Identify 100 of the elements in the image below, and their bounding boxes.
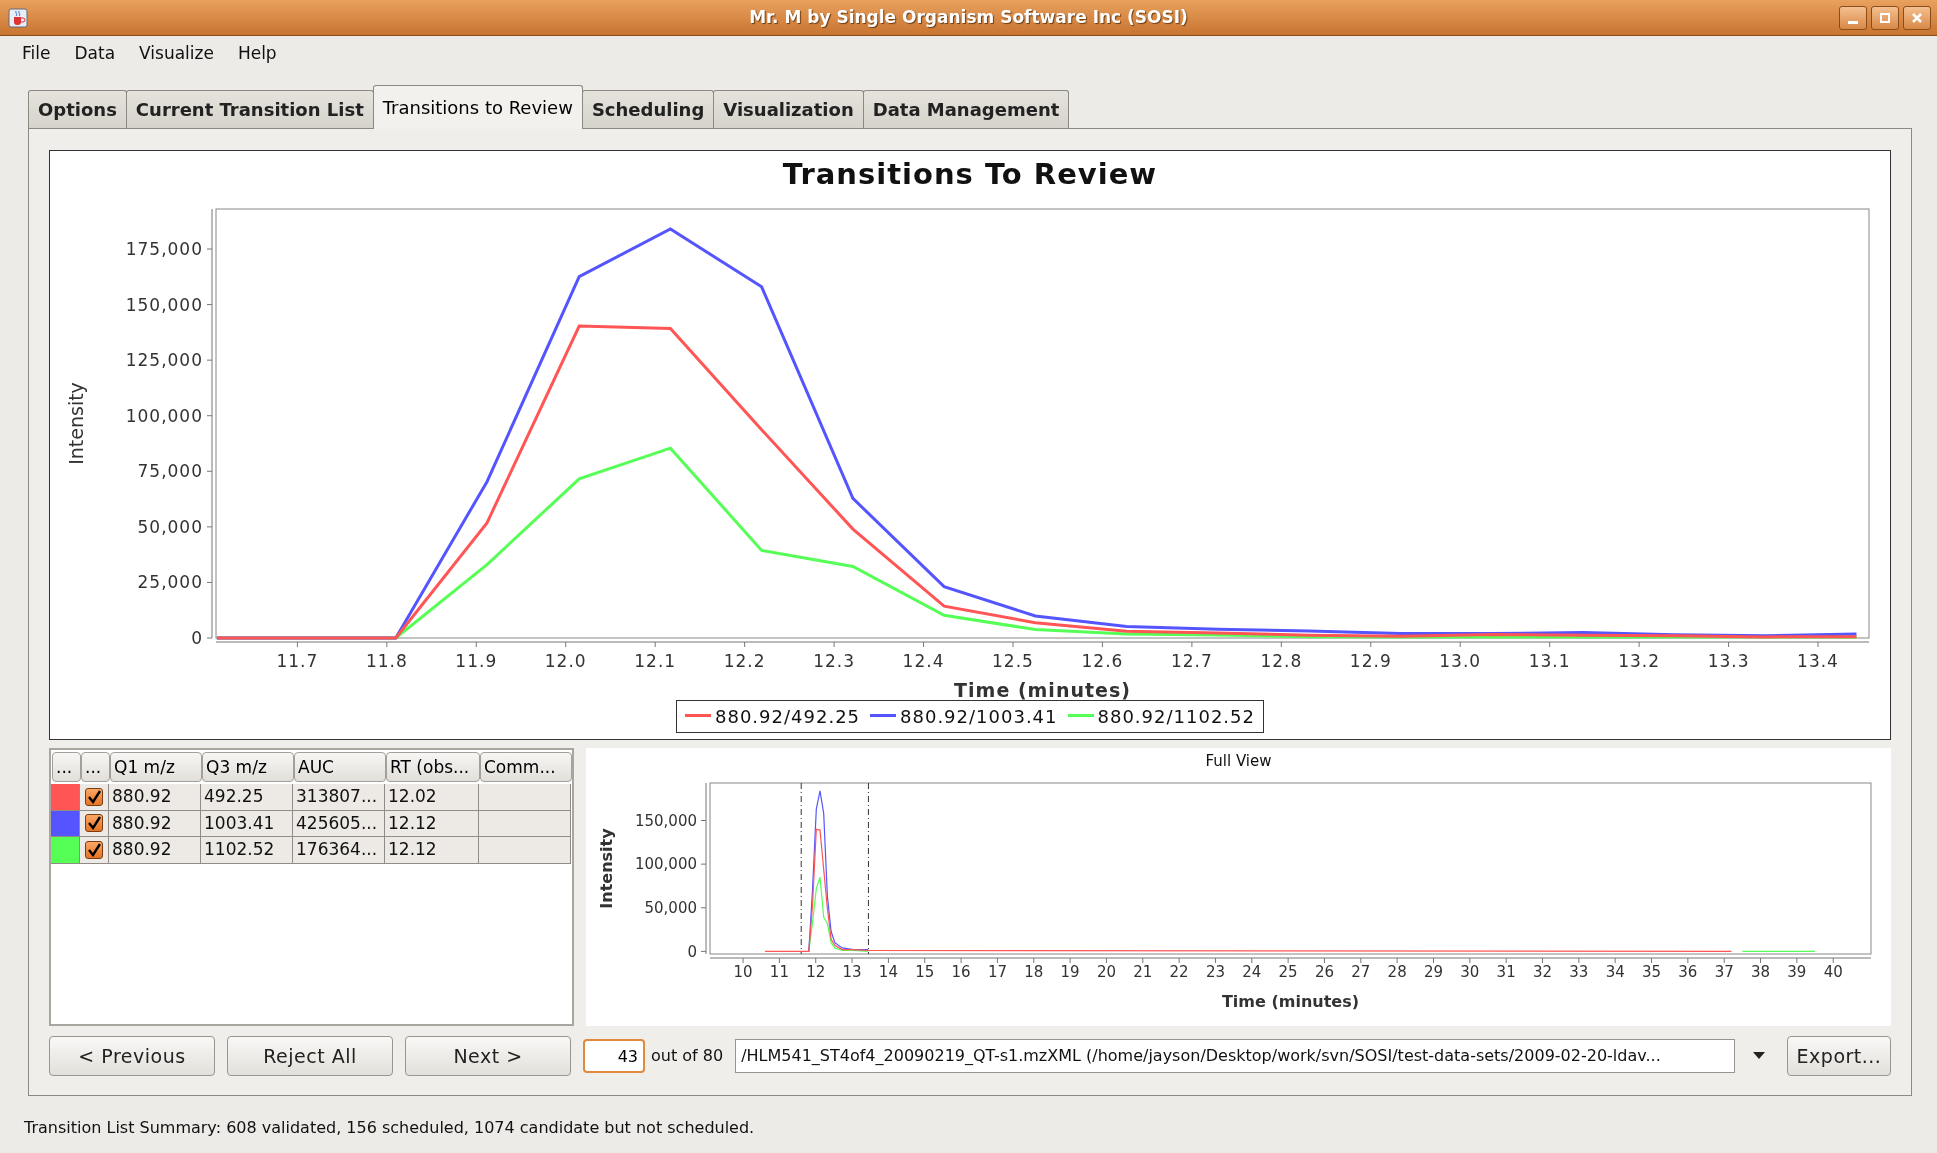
tick-label: 30 [1460,962,1480,981]
column-header[interactable]: ... [52,752,81,782]
table-cell: 880.92 [109,810,201,837]
minimize-button[interactable] [1839,6,1867,30]
tick-label: 12.3 [813,650,855,671]
tick-label: 26 [1314,962,1334,981]
column-header[interactable]: RT (obs... [386,752,480,782]
tick-label: 24 [1242,962,1262,981]
tick-label: 125,000 [125,349,203,370]
tab[interactable]: Options [28,90,127,128]
menu-item[interactable]: Visualize [129,37,224,71]
tick-label: 35 [1641,962,1662,981]
tick-label: 22 [1169,962,1189,981]
tick-label: 12.7 [1170,650,1213,671]
maximize-button[interactable] [1871,6,1899,30]
maximize-icon [1879,12,1891,24]
tick-label: 34 [1605,962,1625,981]
tick-label: 19 [1060,962,1080,981]
column-header[interactable]: Q1 m/z [110,752,202,782]
window-title: Mr. M by Single Organism Software Inc (SOSI) [749,5,1188,29]
legend-label: 880.92/492.25 [715,704,861,729]
next-button[interactable]: Next > [405,1036,571,1076]
axis-title: Time (minutes) [954,678,1131,700]
tick-label: 150,000 [125,294,203,315]
tick-label: 40 [1823,962,1843,981]
tick-label: 28 [1387,962,1407,981]
tick-label: 75,000 [137,460,203,481]
tick-label: 11.9 [455,650,498,671]
tick-label: 175,000 [125,238,203,259]
tick-label: 150,000 [634,811,697,830]
tick-label: 11.7 [276,650,319,671]
tick-label: 11.8 [365,650,408,671]
table-cell: 313807... [293,784,385,811]
total-label: out of 80 [651,1045,724,1067]
menu-item[interactable]: Data [64,37,126,71]
tick-label: 36 [1678,962,1698,981]
tab[interactable]: Current Transition List [125,90,374,128]
tick-label: 17 [987,962,1007,981]
column-header[interactable]: Q3 m/z [202,752,294,782]
axis-title: Time (minutes) [1221,991,1360,1011]
tick-label: 11 [769,962,789,981]
menu-item[interactable]: File [12,37,61,71]
menu-item[interactable]: Help [227,37,287,71]
tab[interactable]: Transitions to Review [372,85,583,129]
tick-label: 25,000 [137,571,203,592]
chart-title: Transitions To Review [782,156,1158,193]
tab[interactable]: Data Management [862,90,1070,128]
export-button[interactable]: Export... [1787,1036,1891,1076]
axis-title: Intensity [65,381,87,465]
table-cell: 492.25 [201,784,293,811]
tick-label: 20 [1096,962,1116,981]
tick-label: 21 [1133,962,1153,981]
table-cell: 880.92 [109,837,201,864]
file-dropdown[interactable]: /HLM541_ST4of4_20090219_QT-s1.mzXML (/home/jayson/Desktop/work/svn/SOSI/test-data-sets/2009-02-20-ldav... [735,1039,1736,1073]
legend-label: 880.92/1003.41 [900,704,1058,729]
tick-label: 29 [1423,962,1444,981]
status-text: Transition List Summary: 608 validated, 156 scheduled, 1074 candidate but not scheduled. [23,1117,756,1139]
column-header[interactable]: Comm... [480,752,572,782]
tick-label: 38 [1751,962,1771,981]
tick-label: 12.5 [992,650,1034,671]
tick-label: 12.4 [902,650,945,671]
tick-label: 31 [1496,962,1516,981]
tick-label: 32 [1532,962,1553,981]
checkbox[interactable] [85,814,103,833]
tick-label: 12.2 [723,650,766,671]
tick-label: 0 [687,942,697,961]
table-cell: 1003.41 [201,810,293,837]
tick-label: 16 [951,962,971,981]
tick-label: 12 [806,962,826,981]
tick-label: 100,000 [634,854,697,873]
column-header[interactable]: ... [81,752,110,782]
tick-label: 14 [878,962,898,981]
column-header[interactable]: AUC [294,752,386,782]
tick-label: 18 [1024,962,1044,981]
table-cell: 12.12 [385,837,479,864]
tick-label: 10 [733,962,753,981]
reject-all-button[interactable]: Reject All [227,1036,393,1076]
checkbox[interactable] [85,787,103,806]
caret-icon[interactable] [1753,1052,1766,1060]
axis-title: Intensity [597,827,616,909]
table-cell: 880.92 [109,784,201,811]
checkbox[interactable] [85,840,103,859]
previous-button[interactable]: < Previous [49,1036,215,1076]
tick-label: 50,000 [137,516,203,537]
tick-label: 13.4 [1797,650,1839,671]
tab[interactable]: Scheduling [581,90,715,128]
tick-label: 33 [1569,962,1589,981]
tick-label: 15 [915,962,935,981]
tick-label: 12.9 [1349,650,1392,671]
tick-label: 39 [1787,962,1807,981]
tick-label: 50,000 [644,898,697,917]
position-field[interactable]: 43 [583,1039,645,1073]
tab[interactable]: Visualization [713,90,864,128]
tick-label: 12.1 [634,650,677,671]
tick-label: 13.0 [1439,650,1482,671]
close-button[interactable] [1903,6,1931,30]
tick-label: 0 [191,627,203,648]
tick-label: 27 [1351,962,1371,981]
tick-label: 13.2 [1618,650,1661,671]
tick-label: 100,000 [125,405,203,426]
